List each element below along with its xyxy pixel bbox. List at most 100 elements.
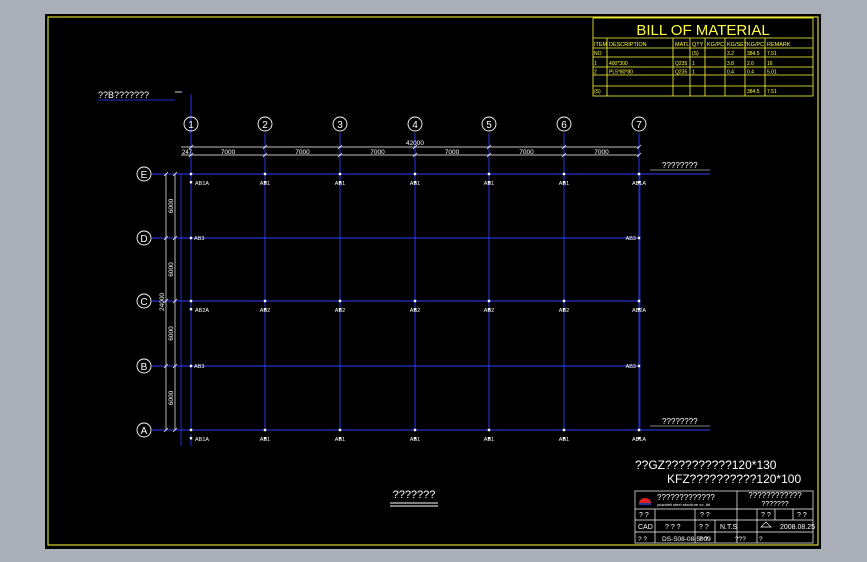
side-dim-2: 6000 bbox=[168, 262, 175, 277]
anchor-mark-B-7 bbox=[637, 364, 641, 368]
tb-r3-2: ? ? bbox=[699, 524, 709, 531]
column-label-2: 2 bbox=[262, 120, 268, 131]
anchor-mark-E-2 bbox=[263, 172, 267, 176]
span-dim-5: 7000 bbox=[519, 149, 534, 156]
tb-r3-3: N.T.S bbox=[720, 524, 737, 531]
bom-row-2-0: 2 bbox=[594, 70, 597, 76]
project-name-2: ??????? bbox=[761, 501, 788, 508]
anchor-label-C-7: AB2A bbox=[632, 308, 646, 314]
column-label-4: 4 bbox=[412, 120, 418, 131]
anchor-label-A-7: AB1A bbox=[632, 437, 646, 443]
bom-row-2-5: 0.4 bbox=[727, 70, 734, 76]
bom-header-4: KG/PC bbox=[707, 42, 724, 48]
drawing-frame: BILL OF MATERIAL ITEM DESCRIPTION MATL QTY K… bbox=[45, 14, 821, 549]
span-dim-1: 7000 bbox=[221, 149, 236, 156]
title-block-cells: ? ?? ?? ?? ?CAD? ? ?? ? N.T.S 2008.08.25? … bbox=[638, 512, 815, 543]
bom-total-7: 7.51 bbox=[767, 89, 777, 95]
row-label-B: B bbox=[141, 362, 148, 373]
anchor-mark-A-4 bbox=[413, 428, 417, 432]
right-note-top: ???????? bbox=[662, 161, 698, 170]
bom-title: BILL OF MATERIAL bbox=[636, 22, 769, 39]
anchor-mark-low-A-1 bbox=[189, 437, 193, 440]
bom-row-1-0: 1 bbox=[594, 61, 597, 67]
anchor-label-D-7: AB3 bbox=[626, 236, 636, 242]
anchor-label-C-2: AB2 bbox=[260, 308, 270, 314]
span-dim-6: 7000 bbox=[594, 149, 609, 156]
bom-row-2-1: PL5*80*80 bbox=[609, 70, 633, 76]
anchor-mark-C-6 bbox=[562, 299, 566, 303]
bom-header-3: QTY bbox=[692, 42, 704, 48]
span-dim-2: 7000 bbox=[295, 149, 310, 156]
anchor-mark-D-1 bbox=[189, 236, 193, 240]
anchor-mark-E-5 bbox=[487, 172, 491, 176]
bom-row0-3: (S) bbox=[692, 51, 699, 57]
company-logo bbox=[639, 498, 651, 505]
anchor-mark-C-2 bbox=[263, 299, 267, 303]
anchor-label-E-3: AB1 bbox=[335, 181, 345, 187]
bom-row-1-3: 1 bbox=[692, 61, 695, 67]
anchor-label-A-3: AB1 bbox=[335, 437, 345, 443]
bom-header-6: KG/PC bbox=[747, 42, 764, 48]
bom-header-0: ITEM bbox=[594, 42, 608, 48]
bom-row-1-6: 2.6 bbox=[747, 61, 754, 67]
anchor-label-A-1: AB1A bbox=[195, 437, 209, 443]
bom-cells: ITEM DESCRIPTION MATL QTY KG/PC KG/SET KG/PC RE… bbox=[594, 42, 791, 95]
bom-row-2-2: Q235 bbox=[675, 70, 687, 76]
row-label-A: A bbox=[141, 426, 148, 437]
anchor-label-C-6: AB2 bbox=[559, 308, 569, 314]
total-length-dim: 42000 bbox=[406, 140, 424, 147]
tb-r2-2: ? ? bbox=[761, 512, 771, 519]
column-label-3: 3 bbox=[337, 120, 343, 131]
anchor-label-E-1: AB1A bbox=[195, 181, 209, 187]
project-name: ???????????? bbox=[748, 491, 802, 500]
tb-r3-4: 2008.08.25 bbox=[780, 524, 815, 531]
anchor-mark-C-1 bbox=[189, 299, 193, 303]
anchor-mark-A-6 bbox=[562, 428, 566, 432]
tb-r2-1: ? ? bbox=[700, 512, 710, 519]
bom-row0-6: 384.5 bbox=[747, 51, 760, 57]
cad-drawing: BILL OF MATERIAL ITEM DESCRIPTION MATL QTY K… bbox=[47, 16, 819, 546]
tb-r4-0: ? ? bbox=[638, 536, 647, 543]
bom-row-1-2: Q235 bbox=[675, 61, 687, 67]
side-dim-1: 6000 bbox=[168, 198, 175, 213]
anchor-label-E-4: AB1 bbox=[410, 181, 420, 187]
bom-row0-7: 7.51 bbox=[767, 51, 777, 57]
company-name: ????????????? bbox=[657, 493, 715, 502]
anchor-mark-A-1 bbox=[189, 428, 193, 432]
note-line-1: ??GZ??????????120*130 bbox=[635, 458, 777, 472]
anchor-label-A-4: AB1 bbox=[410, 437, 420, 443]
anchor-mark-E-3 bbox=[338, 172, 342, 176]
bom-row0-0: NO bbox=[594, 51, 602, 57]
bom-header-5: KG/SET bbox=[727, 42, 748, 48]
anchor-label-C-3: AB2 bbox=[335, 308, 345, 314]
anchor-mark-E-7 bbox=[637, 172, 641, 176]
anchor-label-A-5: AB1 bbox=[484, 437, 494, 443]
span-dim-4: 7000 bbox=[445, 149, 460, 156]
anchor-label-D-1: AB3 bbox=[194, 236, 204, 242]
column-label-6: 6 bbox=[561, 120, 567, 131]
anchor-mark-C-7 bbox=[637, 299, 641, 303]
bom-header-7: REMARK bbox=[767, 42, 791, 48]
anchor-mark-E-4 bbox=[413, 172, 417, 176]
anchor-mark-C-3 bbox=[338, 299, 342, 303]
top-note: ??B??????? bbox=[98, 90, 149, 100]
anchor-mark-low-C-1 bbox=[189, 308, 193, 311]
tb-r4-4: ? bbox=[759, 536, 763, 543]
tb-r4-3: ??? bbox=[735, 536, 746, 543]
anchor-mark-A-5 bbox=[487, 428, 491, 432]
column-label-5: 5 bbox=[486, 120, 492, 131]
side-dim-4: 6000 bbox=[168, 390, 175, 405]
tb-r2-3: ? ? bbox=[797, 512, 807, 519]
bom-row-2-6: 0.4 bbox=[747, 70, 754, 76]
bom-row-1-1: 400*300 bbox=[609, 61, 628, 67]
anchor-label-B-1: AB3 bbox=[194, 364, 204, 370]
anchor-mark-E-1 bbox=[189, 172, 193, 176]
anchor-label-A-2: AB1 bbox=[260, 437, 270, 443]
anchor-label-C-5: AB2 bbox=[484, 308, 494, 314]
note-line-2: KFZ??????????120*100 bbox=[667, 472, 801, 486]
structural-grid: 1 2 3 4 5 6 7EDCBA42000247 7000 7000 7000 7000 7000… bbox=[136, 94, 710, 446]
tb-r4-2: ? ? bbox=[699, 536, 708, 543]
bom-row-2-3: 1 bbox=[692, 70, 695, 76]
column-label-7: 7 bbox=[636, 120, 642, 131]
anchor-label-E-7: AB1A bbox=[632, 181, 646, 187]
